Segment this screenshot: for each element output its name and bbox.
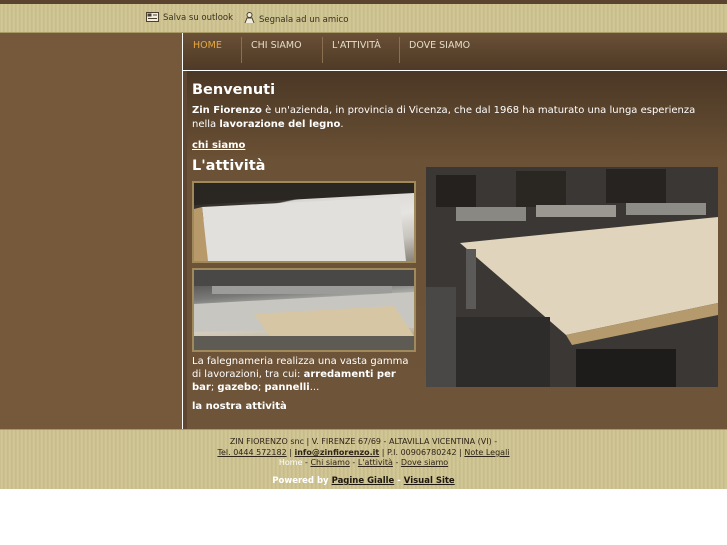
nav-separator [322, 37, 323, 63]
welcome-text: Zin Fiorenzo è un'azienda, in provincia … [192, 104, 712, 132]
wood-panel-photo [192, 181, 416, 263]
friend-icon [244, 12, 255, 24]
activity-description: La falegnameria realizza una vasta gamma… [192, 355, 417, 394]
tell-friend-link[interactable]: Segnala ad un amico [244, 12, 348, 25]
footer-nav-home[interactable]: Home [279, 458, 303, 467]
nav-chi-siamo[interactable]: CHI SIAMO [251, 33, 302, 70]
footer-phone-link[interactable]: Tel. 0444 572182 [217, 448, 286, 457]
outlook-icon [146, 12, 159, 22]
footer-pipe: | [289, 448, 292, 457]
activity-ellipsis: ... [309, 382, 320, 393]
content-edge [183, 71, 187, 429]
footer-dash: - [397, 476, 401, 486]
nav-attivita[interactable]: L'ATTIVITÀ [332, 33, 381, 70]
left-column [0, 33, 182, 429]
footer-nav-dove-siamo[interactable]: Dove siamo [401, 458, 448, 467]
nav-home[interactable]: HOME [193, 33, 222, 70]
footer-nav-chi-siamo[interactable]: Chi siamo [310, 458, 349, 467]
welcome-period: . [340, 119, 344, 130]
welcome-highlight: lavorazione del legno [219, 119, 341, 130]
footer-nav-attivita[interactable]: L'attività [358, 458, 393, 467]
footer-address: ZIN FIORENZO snc | V. FIRENZE 67/69 - AL… [229, 437, 498, 446]
footer: ZIN FIORENZO snc | V. FIRENZE 67/69 - AL… [0, 429, 727, 489]
nostra-attivita-link[interactable]: la nostra attività [192, 401, 287, 412]
nav-dove-siamo[interactable]: DOVE SIAMO [409, 33, 470, 70]
footer-legal-link[interactable]: Note Legali [464, 448, 509, 457]
footer-nav: Home - Chi siamo - L'attività - Dove sia… [0, 458, 727, 467]
machinery-photo [426, 167, 718, 387]
top-bar: Salva su outlook Segnala ad un amico [0, 4, 727, 33]
tell-friend-label: Segnala ad un amico [259, 15, 349, 25]
pagine-gialle-link[interactable]: Pagine Gialle [332, 476, 395, 486]
company-name: Zin Fiorenzo [192, 105, 262, 116]
footer-powered: Powered by Pagine Gialle - Visual Site [0, 476, 727, 486]
footer-pipe: | [459, 448, 462, 457]
activity-item-pannelli: pannelli [264, 382, 310, 393]
footer-vat: P.I. 00906780242 [387, 448, 457, 457]
nav-separator [241, 37, 242, 63]
footer-dash: - [305, 458, 308, 467]
footer-contacts: Tel. 0444 572182 | info@zinfiorenzo.it |… [0, 448, 727, 457]
main-nav: HOME CHI SIAMO L'ATTIVITÀ DOVE SIAMO [183, 33, 727, 70]
cnc-machine-photo [192, 268, 416, 352]
save-outlook-link[interactable]: Salva su outlook [146, 12, 233, 23]
footer-email-link[interactable]: info@zinfiorenzo.it [294, 448, 379, 457]
footer-dash: - [395, 458, 399, 467]
chi-siamo-link[interactable]: chi siamo [192, 140, 245, 151]
powered-by-label: Powered by [272, 476, 329, 486]
footer-pipe: | [381, 448, 385, 457]
footer-dash: - [352, 458, 356, 467]
activity-title: L'attività [192, 158, 266, 174]
nav-separator [399, 37, 400, 63]
save-outlook-label: Salva su outlook [163, 13, 234, 23]
activity-item-gazebo: gazebo [217, 382, 258, 393]
visual-site-link[interactable]: Visual Site [404, 476, 455, 486]
welcome-title: Benvenuti [192, 82, 276, 98]
